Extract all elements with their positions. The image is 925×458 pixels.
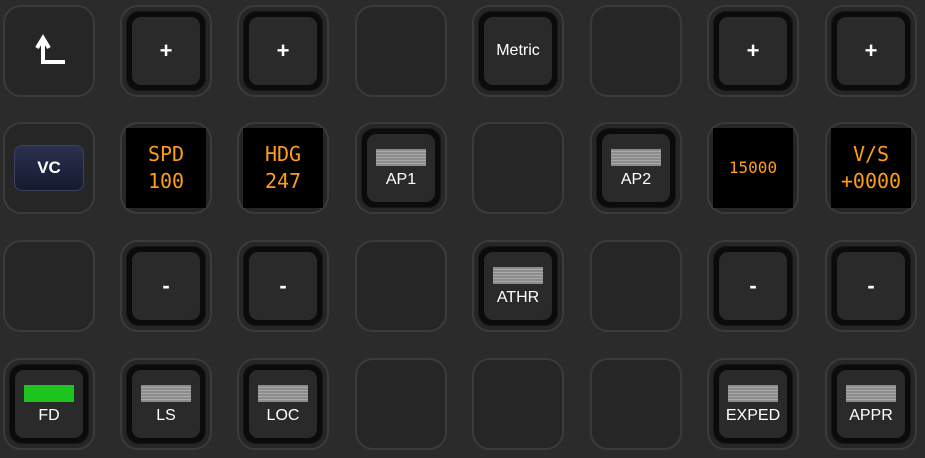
key-spd-plus[interactable]: + bbox=[120, 5, 212, 97]
fd-label: FD bbox=[38, 406, 60, 424]
key-ap2[interactable]: AP2 bbox=[590, 122, 682, 214]
key-spd-display[interactable]: SPD 100 bbox=[120, 122, 212, 214]
key-exped[interactable]: EXPED bbox=[707, 358, 799, 450]
vs-label: V/S bbox=[852, 142, 890, 166]
key-vs-minus[interactable]: - bbox=[825, 240, 917, 332]
key-hdg-plus[interactable]: + bbox=[237, 5, 329, 97]
minus-icon: - bbox=[162, 273, 170, 298]
spd-label: SPD bbox=[147, 142, 185, 166]
key-alt-display[interactable]: 15000 bbox=[707, 122, 799, 214]
stream-deck-panel: + + Metric + + VC SPD 100 HDG 247 AP1 AP… bbox=[0, 0, 925, 458]
loc-label: LOC bbox=[266, 406, 300, 424]
key-vs-display[interactable]: V/S +0000 bbox=[825, 122, 917, 214]
key-spd-minus[interactable]: - bbox=[120, 240, 212, 332]
key-empty bbox=[355, 240, 447, 332]
athr-indicator bbox=[493, 266, 543, 284]
key-alt-plus[interactable]: + bbox=[707, 5, 799, 97]
ap1-label: AP1 bbox=[385, 170, 417, 188]
plus-icon: + bbox=[159, 38, 173, 63]
appr-indicator bbox=[846, 384, 896, 402]
key-empty bbox=[472, 358, 564, 450]
key-empty bbox=[355, 5, 447, 97]
exped-label: EXPED bbox=[725, 406, 781, 424]
ls-indicator bbox=[141, 384, 191, 402]
key-back[interactable] bbox=[3, 5, 95, 97]
key-empty bbox=[590, 5, 682, 97]
vs-display: V/S +0000 bbox=[831, 128, 911, 208]
alt-display: 15000 bbox=[713, 128, 793, 208]
ap2-label: AP2 bbox=[620, 170, 652, 188]
key-appr[interactable]: APPR bbox=[825, 358, 917, 450]
metric-label: Metric bbox=[496, 42, 540, 59]
athr-label: ATHR bbox=[496, 288, 540, 306]
key-athr[interactable]: ATHR bbox=[472, 240, 564, 332]
key-metric[interactable]: Metric bbox=[472, 5, 564, 97]
key-empty bbox=[590, 358, 682, 450]
ap1-indicator bbox=[376, 148, 426, 166]
key-empty bbox=[355, 358, 447, 450]
key-empty bbox=[472, 122, 564, 214]
key-ap1[interactable]: AP1 bbox=[355, 122, 447, 214]
key-hdg-minus[interactable]: - bbox=[237, 240, 329, 332]
key-empty bbox=[590, 240, 682, 332]
exped-indicator bbox=[728, 384, 778, 402]
ls-label: LS bbox=[156, 406, 176, 424]
fd-indicator bbox=[24, 384, 74, 402]
key-fd[interactable]: FD bbox=[3, 358, 95, 450]
key-hdg-display[interactable]: HDG 247 bbox=[237, 122, 329, 214]
vc-button[interactable]: VC bbox=[14, 145, 84, 191]
hdg-display: HDG 247 bbox=[243, 128, 323, 208]
back-icon bbox=[29, 34, 69, 68]
spd-display: SPD 100 bbox=[126, 128, 206, 208]
plus-icon: + bbox=[746, 38, 760, 63]
spd-value: 100 bbox=[147, 169, 185, 193]
key-vc[interactable]: VC bbox=[3, 122, 95, 214]
key-vs-plus[interactable]: + bbox=[825, 5, 917, 97]
alt-value: 15000 bbox=[728, 158, 778, 178]
minus-icon: - bbox=[867, 273, 875, 298]
plus-icon: + bbox=[864, 38, 878, 63]
hdg-value: 247 bbox=[264, 169, 302, 193]
key-empty bbox=[3, 240, 95, 332]
appr-label: APPR bbox=[849, 406, 893, 424]
plus-icon: + bbox=[276, 38, 290, 63]
key-ls[interactable]: LS bbox=[120, 358, 212, 450]
vc-label: VC bbox=[37, 158, 61, 177]
minus-icon: - bbox=[279, 273, 287, 298]
loc-indicator bbox=[258, 384, 308, 402]
key-alt-minus[interactable]: - bbox=[707, 240, 799, 332]
minus-icon: - bbox=[749, 273, 757, 298]
vs-value: +0000 bbox=[840, 169, 902, 193]
hdg-label: HDG bbox=[264, 142, 302, 166]
key-loc[interactable]: LOC bbox=[237, 358, 329, 450]
ap2-indicator bbox=[611, 148, 661, 166]
